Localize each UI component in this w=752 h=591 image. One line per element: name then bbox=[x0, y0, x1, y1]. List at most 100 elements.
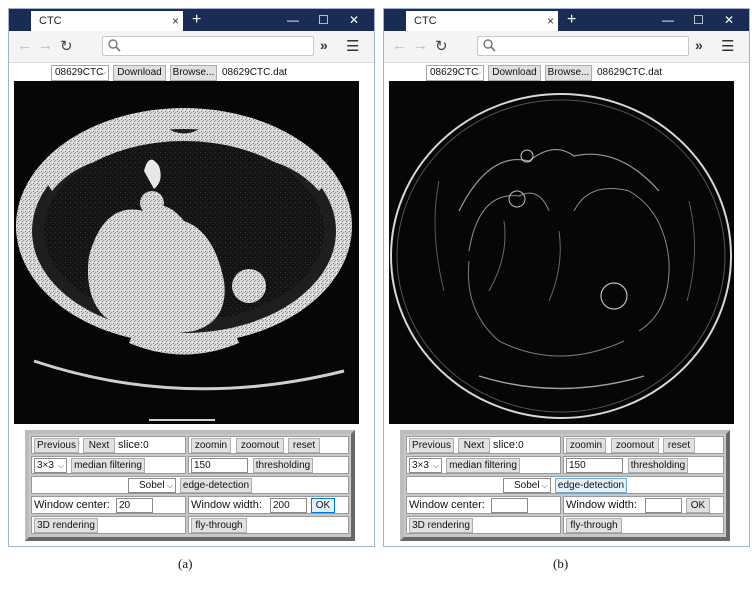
close-window-icon[interactable]: ✕ bbox=[349, 9, 359, 31]
slice-value: 0 bbox=[518, 440, 524, 451]
edge-detection-button[interactable]: edge-detection bbox=[180, 478, 252, 493]
browser-toolbar: ← → ↻ » ☰ bbox=[9, 31, 374, 63]
dropdown-arrow-icon: ⌵ bbox=[541, 481, 548, 490]
zoom-cell: zoomin zoomout reset bbox=[563, 436, 724, 454]
edge-operator-value: Sobel bbox=[139, 480, 165, 491]
browse-button[interactable]: Browse... bbox=[170, 65, 217, 81]
slice-nav-cell: Previous Next slice:0 bbox=[406, 436, 561, 454]
flythrough-cell: fly-through bbox=[563, 516, 724, 534]
dataset-select-value: 08629CTC bbox=[55, 67, 104, 78]
edge-operator-select[interactable]: Sobel ⌵ bbox=[503, 478, 551, 493]
hamburger-menu-icon[interactable]: ☰ bbox=[721, 37, 734, 55]
fly-through-button[interactable]: fly-through bbox=[191, 518, 247, 533]
window-center-cell: Window center: bbox=[406, 496, 561, 514]
next-button[interactable]: Next bbox=[83, 438, 115, 453]
slice-label-text: slice: bbox=[493, 439, 519, 451]
forward-arrow-icon[interactable]: → bbox=[413, 37, 428, 54]
reset-button[interactable]: reset bbox=[663, 438, 695, 453]
3d-rendering-button[interactable]: 3D rendering bbox=[409, 518, 473, 533]
new-tab-icon[interactable]: + bbox=[567, 9, 576, 31]
control-panel: Previous Next slice:0 zoomin zoomout res… bbox=[25, 430, 355, 541]
reload-icon[interactable]: ↻ bbox=[60, 37, 73, 55]
reset-button[interactable]: reset bbox=[288, 438, 320, 453]
overflow-chevron-icon[interactable]: » bbox=[320, 37, 328, 53]
edge-operator-value: Sobel bbox=[514, 480, 540, 491]
minimize-icon[interactable]: — bbox=[662, 9, 674, 31]
tab-close-icon[interactable]: × bbox=[172, 11, 179, 31]
browser-window-b: CTC × + — ☐ ✕ ← → ↻ » ☰ 08629CTC ⌵ Downl… bbox=[383, 8, 750, 547]
3d-rendering-button[interactable]: 3D rendering bbox=[34, 518, 98, 533]
ok-button[interactable]: OK bbox=[686, 498, 710, 513]
edge-map-image bbox=[389, 81, 734, 424]
search-icon bbox=[108, 39, 121, 52]
next-button[interactable]: Next bbox=[458, 438, 490, 453]
reload-icon[interactable]: ↻ bbox=[435, 37, 448, 55]
kernel-select[interactable]: 3×3 ⌵ bbox=[409, 458, 442, 473]
zoomout-button[interactable]: zoomout bbox=[611, 438, 659, 453]
thresholding-button[interactable]: thresholding bbox=[628, 458, 688, 473]
tab-close-icon[interactable]: × bbox=[547, 11, 554, 31]
tab-title: CTC bbox=[39, 15, 62, 27]
minimize-icon[interactable]: — bbox=[287, 9, 299, 31]
maximize-icon[interactable]: ☐ bbox=[318, 9, 329, 31]
median-filtering-button[interactable]: median filtering bbox=[71, 458, 145, 473]
edge-cell: Sobel ⌵ edge-detection bbox=[406, 476, 724, 494]
previous-button[interactable]: Previous bbox=[34, 438, 79, 453]
hamburger-menu-icon[interactable]: ☰ bbox=[346, 37, 359, 55]
image-viewer[interactable] bbox=[14, 81, 359, 424]
dropdown-arrow-icon: ⌵ bbox=[57, 461, 64, 470]
window-width-cell: Window width: 200 OK bbox=[188, 496, 349, 514]
browser-toolbar: ← → ↻ » ☰ bbox=[384, 31, 749, 63]
threshold-input[interactable]: 150 bbox=[191, 458, 248, 473]
median-filtering-button[interactable]: median filtering bbox=[446, 458, 520, 473]
caption-b: (b) bbox=[553, 556, 569, 571]
title-bar: CTC × + — ☐ ✕ bbox=[9, 9, 374, 31]
kernel-select[interactable]: 3×3 ⌵ bbox=[34, 458, 67, 473]
browser-tab[interactable]: CTC × bbox=[406, 11, 558, 31]
dropdown-arrow-icon: ⌵ bbox=[474, 68, 481, 77]
thresholding-button[interactable]: thresholding bbox=[253, 458, 313, 473]
dataset-select[interactable]: 08629CTC ⌵ bbox=[51, 65, 109, 81]
threshold-cell: 150 thresholding bbox=[563, 456, 724, 474]
address-bar[interactable] bbox=[477, 36, 689, 56]
forward-arrow-icon[interactable]: → bbox=[38, 37, 53, 54]
maximize-icon[interactable]: ☐ bbox=[693, 9, 704, 31]
render3d-cell: 3D rendering bbox=[31, 516, 186, 534]
threshold-input[interactable]: 150 bbox=[566, 458, 623, 473]
image-viewer[interactable] bbox=[389, 81, 734, 424]
file-name: 08629CTC.dat bbox=[597, 67, 663, 78]
dropdown-arrow-icon: ⌵ bbox=[166, 481, 173, 490]
download-button[interactable]: Download bbox=[113, 65, 166, 81]
back-arrow-icon[interactable]: ← bbox=[392, 37, 407, 54]
dataset-select-value: 08629CTC bbox=[430, 67, 479, 78]
control-panel: Previous Next slice:0 zoomin zoomout res… bbox=[400, 430, 730, 541]
previous-button[interactable]: Previous bbox=[409, 438, 454, 453]
slice-value: 0 bbox=[143, 440, 149, 451]
window-center-label: Window center: bbox=[409, 499, 485, 511]
window-center-input[interactable] bbox=[491, 498, 528, 513]
close-window-icon[interactable]: ✕ bbox=[724, 9, 734, 31]
edge-operator-select[interactable]: Sobel ⌵ bbox=[128, 478, 176, 493]
slice-label: slice:0 bbox=[493, 437, 524, 453]
window-width-input[interactable]: 200 bbox=[270, 498, 307, 513]
slice-label-text: slice: bbox=[118, 439, 144, 451]
zoomin-button[interactable]: zoomin bbox=[191, 438, 231, 453]
dataset-select[interactable]: 08629CTC ⌵ bbox=[426, 65, 484, 81]
browse-button[interactable]: Browse... bbox=[545, 65, 592, 81]
ok-button[interactable]: OK bbox=[311, 498, 335, 513]
fly-through-button[interactable]: fly-through bbox=[566, 518, 622, 533]
back-arrow-icon[interactable]: ← bbox=[17, 37, 32, 54]
edge-detection-button[interactable]: edge-detection bbox=[555, 478, 627, 493]
address-bar[interactable] bbox=[102, 36, 314, 56]
edge-cell: Sobel ⌵ edge-detection bbox=[31, 476, 349, 494]
tab-title: CTC bbox=[414, 15, 437, 27]
zoomout-button[interactable]: zoomout bbox=[236, 438, 284, 453]
overflow-chevron-icon[interactable]: » bbox=[695, 37, 703, 53]
browser-tab[interactable]: CTC × bbox=[31, 11, 183, 31]
download-button[interactable]: Download bbox=[488, 65, 541, 81]
window-width-input[interactable] bbox=[645, 498, 682, 513]
new-tab-icon[interactable]: + bbox=[192, 9, 201, 31]
zoomin-button[interactable]: zoomin bbox=[566, 438, 606, 453]
window-center-input[interactable]: 20 bbox=[116, 498, 153, 513]
browser-window-a: CTC × + — ☐ ✕ ← → ↻ » ☰ 08629CTC ⌵ Downl… bbox=[8, 8, 375, 547]
